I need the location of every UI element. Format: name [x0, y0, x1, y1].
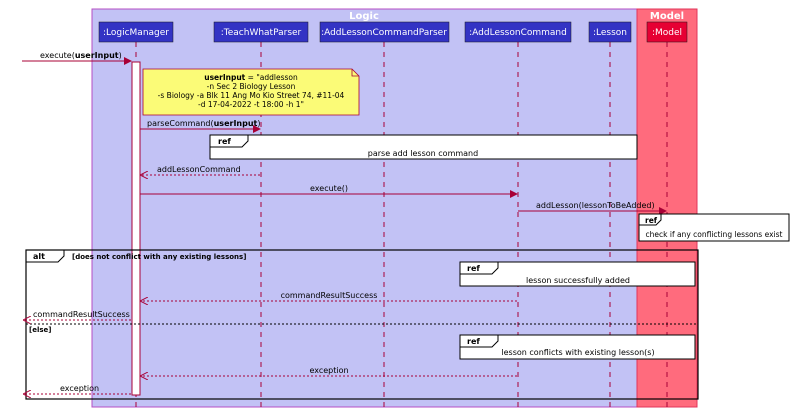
- message-exception-2-label: exception: [60, 384, 99, 393]
- ref-check-conflicts: ref check if any conflicting lessons exi…: [638, 213, 790, 242]
- message-exception-1-label: exception: [309, 366, 348, 375]
- svg-text:userInput = "addlesson: userInput = "addlesson: [204, 73, 298, 82]
- participant-model: :Model: [646, 21, 688, 43]
- message-command-result-success-1-label: commandResultSuccess: [281, 291, 378, 300]
- svg-text:check if any conflicting lesso: check if any conflicting lessons exist: [646, 230, 783, 239]
- message-parse-command-label: parseCommand(userInput): [147, 119, 260, 128]
- svg-text:ref: ref: [218, 137, 231, 146]
- svg-text::TeachWhatParser: :TeachWhatParser: [221, 28, 302, 38]
- svg-text::Model: :Model: [652, 28, 682, 38]
- sequence-diagram: Logic Model :LogicManager :TeachWhatPars…: [22, 8, 790, 408]
- message-execute-label: execute(userInput): [40, 51, 122, 60]
- svg-text:ref: ref: [467, 337, 480, 346]
- svg-text:-n Sec 2 Biology Lesson: -n Sec 2 Biology Lesson: [207, 82, 296, 91]
- svg-text::AddLessonCommand: :AddLessonCommand: [469, 28, 567, 38]
- message-execute-call-label: execute(): [310, 184, 348, 193]
- svg-text:ref: ref: [645, 216, 658, 225]
- ref-lesson-added: ref lesson successfully added: [459, 261, 696, 287]
- ref-parse-add-lesson-command: ref parse add lesson command: [209, 134, 638, 160]
- svg-text:-d 17-04-2022 -t 18:00 -h 1": -d 17-04-2022 -t 18:00 -h 1": [198, 100, 304, 109]
- message-command-result-success-2-label: commandResultSuccess: [33, 310, 130, 319]
- logic-box-label: Logic: [349, 11, 379, 22]
- svg-text::LogicManager: :LogicManager: [103, 28, 169, 38]
- participant-add-lesson-command: :AddLessonCommand: [464, 21, 572, 43]
- svg-text:lesson conflicts with existing: lesson conflicts with existing lesson(s): [501, 348, 654, 357]
- activation-logic-manager: [131, 61, 141, 396]
- message-add-lesson-command-label: addLessonCommand: [157, 165, 241, 174]
- svg-text:-s Biology -a Blk 11 Ang Mo Ki: -s Biology -a Blk 11 Ang Mo Kio Street 7…: [158, 91, 345, 100]
- svg-text:parse add lesson command: parse add lesson command: [368, 149, 478, 158]
- participant-logic-manager: :LogicManager: [98, 21, 174, 43]
- participant-lesson: :Lesson: [588, 21, 632, 43]
- participant-teach-what-parser: :TeachWhatParser: [213, 21, 309, 43]
- svg-text:ref: ref: [467, 264, 480, 273]
- svg-text:lesson successfully added: lesson successfully added: [526, 276, 630, 285]
- model-box-label: Model: [650, 11, 684, 22]
- alt-guard-1: [does not conflict with any existing les…: [72, 253, 246, 261]
- note-user-input: userInput = "addlesson -n Sec 2 Biology …: [142, 68, 360, 116]
- svg-text::AddLessonCommandParser: :AddLessonCommandParser: [321, 28, 447, 38]
- participant-add-lesson-parser: :AddLessonCommandParser: [319, 21, 450, 43]
- message-add-lesson-label: addLesson(lessonToBeAdded): [536, 201, 655, 210]
- svg-text::Lesson: :Lesson: [593, 28, 627, 38]
- alt-keyword: alt: [33, 252, 45, 261]
- ref-lesson-conflicts: ref lesson conflicts with existing lesso…: [459, 334, 696, 360]
- alt-guard-2: [else]: [29, 326, 51, 334]
